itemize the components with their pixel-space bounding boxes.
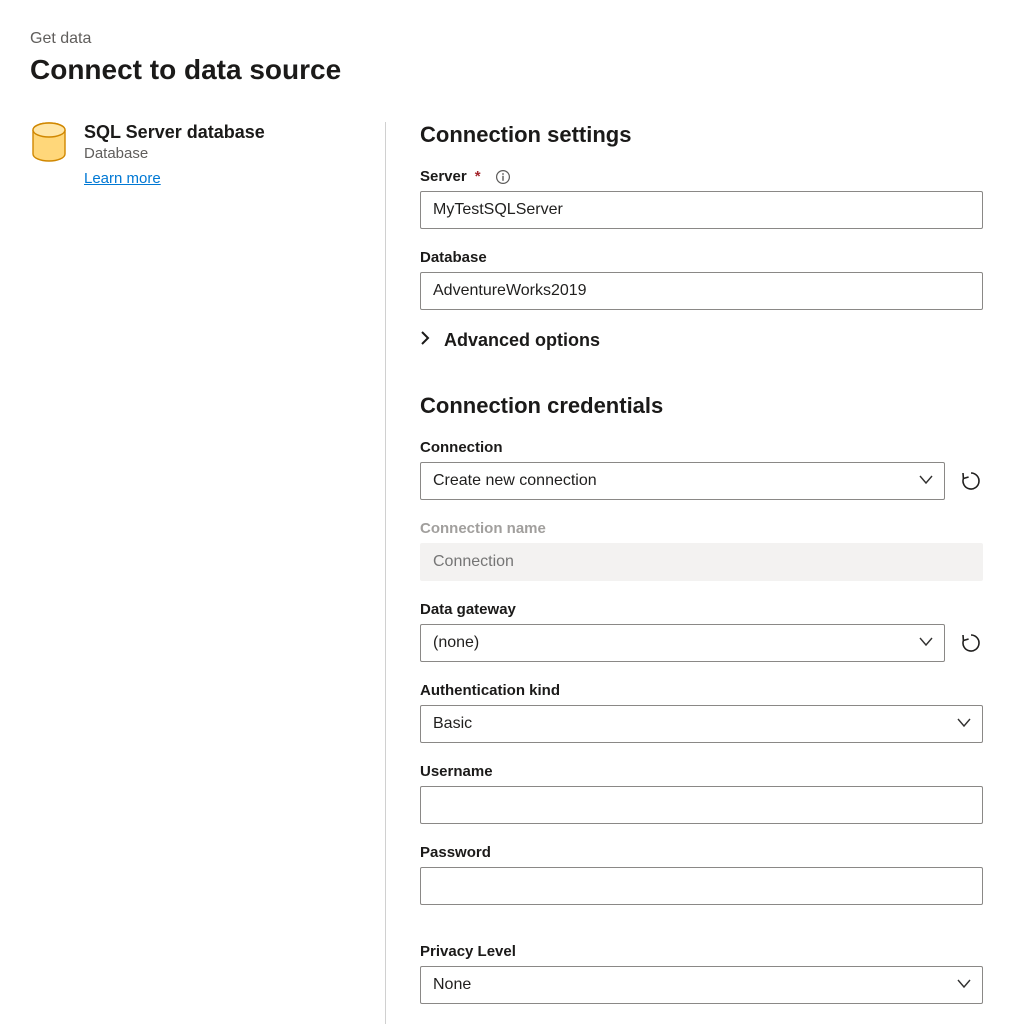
- database-icon: [30, 122, 70, 166]
- database-input[interactable]: [420, 272, 983, 310]
- sidebar: SQL Server database Database Learn more: [30, 122, 386, 1024]
- privacy-level-select[interactable]: [420, 966, 983, 1004]
- auth-kind-label: Authentication kind: [420, 682, 983, 699]
- advanced-options-toggle[interactable]: Advanced options: [420, 330, 983, 351]
- chevron-right-icon: [420, 331, 434, 350]
- required-indicator: *: [475, 168, 481, 185]
- info-icon[interactable]: [495, 169, 511, 185]
- breadcrumb: Get data: [30, 30, 987, 48]
- source-subtitle: Database: [84, 145, 265, 162]
- username-label: Username: [420, 763, 983, 780]
- data-gateway-label: Data gateway: [420, 601, 983, 618]
- username-input[interactable]: [420, 786, 983, 824]
- connection-name-label: Connection name: [420, 520, 983, 537]
- refresh-connection-button[interactable]: [959, 469, 983, 493]
- connection-label: Connection: [420, 439, 983, 456]
- section-heading-credentials: Connection credentials: [420, 393, 983, 419]
- advanced-options-label: Advanced options: [444, 330, 600, 351]
- server-input[interactable]: [420, 191, 983, 229]
- password-label: Password: [420, 844, 983, 861]
- page-title: Connect to data source: [30, 54, 987, 86]
- server-label: Server *: [420, 168, 983, 185]
- learn-more-link[interactable]: Learn more: [84, 170, 161, 187]
- auth-kind-select[interactable]: [420, 705, 983, 743]
- database-label: Database: [420, 249, 983, 266]
- connection-select[interactable]: [420, 462, 945, 500]
- privacy-level-label: Privacy Level: [420, 943, 983, 960]
- source-name: SQL Server database: [84, 122, 265, 143]
- refresh-gateway-button[interactable]: [959, 631, 983, 655]
- password-input[interactable]: [420, 867, 983, 905]
- main-panel: Connection settings Server * Database Ad…: [386, 122, 987, 1024]
- connection-name-input: [420, 543, 983, 581]
- data-gateway-select[interactable]: [420, 624, 945, 662]
- section-heading-settings: Connection settings: [420, 122, 983, 148]
